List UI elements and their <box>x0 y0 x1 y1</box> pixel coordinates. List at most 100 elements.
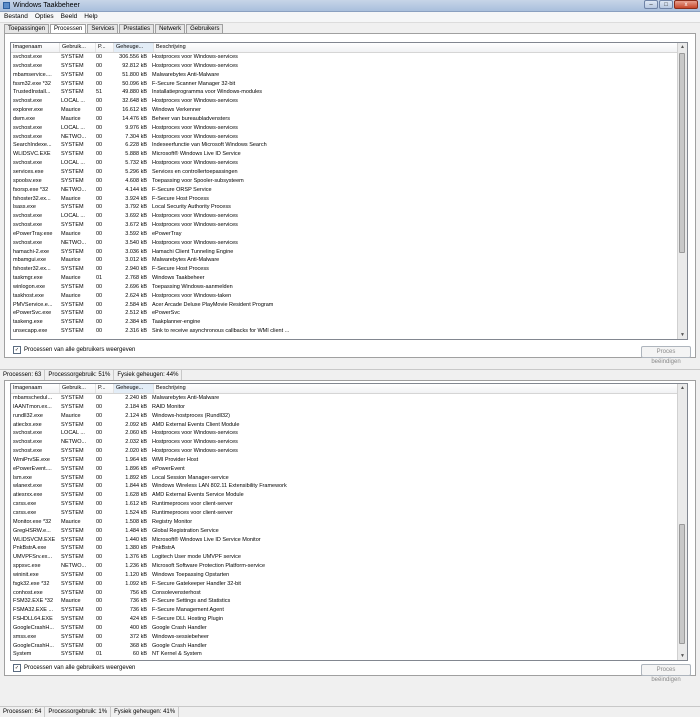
process-row[interactable]: Monitor.exe *32 Maurice 00 1.508 kB Registry… <box>11 518 687 527</box>
end-process-button[interactable]: Proces beëindigen <box>641 346 691 365</box>
process-row[interactable]: WLIDSVCM.EXE SYSTEM 00 1.440 kB Microsoft® W… <box>11 536 687 545</box>
process-row[interactable]: GoogleCrashH... SYSTEM 00 368 kB Google Cras… <box>11 642 687 651</box>
process-row[interactable]: mbamscheduI... SYSTEM 00 2.240 kB Malwarebyt… <box>11 394 687 403</box>
process-row[interactable]: taskhost.exe Maurice 00 2.624 kB Hostproces … <box>11 292 687 301</box>
minimize-button[interactable]: – <box>644 0 658 9</box>
row-description: PnkBstrA <box>152 545 175 552</box>
process-row[interactable]: svchost.exe SYSTEM 00 306.556 kB Hostproces … <box>11 53 687 62</box>
vertical-scrollbar[interactable]: ▲ ▼ <box>677 43 687 339</box>
process-row[interactable]: FSHDLL64.EXE SYSTEM 00 424 kB F-Secure DLL H… <box>11 615 687 624</box>
process-row[interactable]: sppsvc.exe NETWO... 00 1.236 kB Microsoft So… <box>11 562 687 571</box>
process-row[interactable]: svchost.exe NETWO... 00 2.032 kB Hostproces … <box>11 438 687 447</box>
process-row[interactable]: GregHSRW.e... SYSTEM 00 1.484 kB Global Regi… <box>11 527 687 536</box>
process-row[interactable]: taskeng.exe SYSTEM 00 2.384 kB Taakplanner-e… <box>11 318 687 327</box>
process-row[interactable]: WmiPrvSE.exe SYSTEM 00 1.964 kB WMI Provider… <box>11 456 687 465</box>
row-description: Sink to receive asynchronous callbacks f… <box>152 328 290 335</box>
process-row[interactable]: fshoster32.ex... Maurice 00 3.924 kB F-Secur… <box>11 195 687 204</box>
process-row[interactable]: csrss.exe SYSTEM 00 1.524 kB Runtimeproces v… <box>11 509 687 518</box>
process-row[interactable]: mbamgui.exe Maurice 00 3.012 kB Malwarebytes… <box>11 256 687 265</box>
process-row[interactable]: svchost.exe SYSTEM 00 3.672 kB Hostproces vo… <box>11 221 687 230</box>
maximize-button[interactable]: □ <box>659 0 673 9</box>
process-row[interactable]: Niet actieve s...SYSTEM9724 kBPercentage… <box>11 659 687 660</box>
process-row[interactable]: fsorsp.exe *32 NETWO... 00 4.144 kB F-Secure… <box>11 186 687 195</box>
scroll-thumb[interactable] <box>679 53 685 253</box>
col-description[interactable]: Beschrijving <box>154 43 687 52</box>
show-all-users-checkbox[interactable]: ✓ <box>13 664 21 672</box>
process-row[interactable]: svchost.exe NETWO... 00 3.540 kB Hostproces … <box>11 239 687 248</box>
process-row[interactable]: ePowerTray.exe Maurice 00 3.592 kB ePowerTra… <box>11 230 687 239</box>
menu-help[interactable]: Help <box>84 12 97 22</box>
process-row[interactable]: ePowerEvent.... SYSTEM 00 1.896 kB ePowerEve… <box>11 465 687 474</box>
process-row[interactable]: smss.exe SYSTEM 00 372 kB Windows-sessiebehe… <box>11 633 687 642</box>
col-memory[interactable]: Geheuge... <box>114 43 154 52</box>
process-row[interactable]: explorer.exe Maurice 00 16.612 kB Windows Ve… <box>11 106 687 115</box>
col-user[interactable]: Gebruik... <box>60 384 96 393</box>
process-row[interactable]: taskmgr.exe Maurice 01 2.768 kB Windows Taak… <box>11 274 687 283</box>
scroll-up-arrow-icon[interactable]: ▲ <box>678 384 687 392</box>
process-row[interactable]: svchost.exe SYSTEM 00 92.812 kB Hostproces v… <box>11 62 687 71</box>
end-process-button[interactable]: Proces beëindigen <box>641 664 691 683</box>
menu-file[interactable]: Bestand <box>4 12 28 22</box>
close-button[interactable]: x <box>674 0 698 9</box>
process-row[interactable]: services.exe SYSTEM 00 5.296 kB Services en … <box>11 168 687 177</box>
col-cpu[interactable]: P... <box>96 43 114 52</box>
process-row[interactable]: lsm.exe SYSTEM 00 1.892 kB Local Session Man… <box>11 474 687 483</box>
process-row[interactable]: TrustedInstall... SYSTEM 51 49.880 kB Instal… <box>11 88 687 97</box>
process-row[interactable]: spoolsv.exe SYSTEM 00 4.608 kB Toepassing vo… <box>11 177 687 186</box>
process-row[interactable]: UMVPFSrv.ex... SYSTEM 00 1.376 kB Logitech U… <box>11 553 687 562</box>
row-user: SYSTEM <box>61 616 84 623</box>
process-row[interactable]: lsass.exe SYSTEM 00 3.792 kB Local Security … <box>11 203 687 212</box>
row-image-name: ePowerEvent.... <box>13 465 52 472</box>
col-memory[interactable]: Geheuge... <box>114 384 154 393</box>
process-row[interactable]: wlanext.exe SYSTEM 00 1.844 kB Windows Wirel… <box>11 482 687 491</box>
process-row[interactable]: fssm32.exe *32 SYSTEM 00 50.096 kB F-Secure … <box>11 80 687 89</box>
process-row[interactable]: hamachi-2.exe SYSTEM 00 3.036 kB Hamachi Cli… <box>11 248 687 257</box>
process-row[interactable]: wininit.exe SYSTEM 00 1.120 kB Windows Toepa… <box>11 571 687 580</box>
col-cpu[interactable]: P... <box>96 384 114 393</box>
process-row[interactable]: fsgk32.exe *32 SYSTEM 00 1.092 kB F-Secure G… <box>11 580 687 589</box>
process-list[interactable]: Imagenaam Gebruik... P... Geheuge... Bes… <box>10 42 688 340</box>
col-image-name[interactable]: Imagenaam <box>11 43 60 52</box>
process-row[interactable]: atieclxx.exe SYSTEM 00 2.092 kB AMD External… <box>11 421 687 430</box>
process-row[interactable]: FSM32.EXE *32 Maurice 00 736 kB F-Secure Set… <box>11 597 687 606</box>
show-all-users-checkbox[interactable]: ✓ <box>13 346 21 354</box>
process-row[interactable]: atiesrxx.exe SYSTEM 00 1.628 kB AMD External… <box>11 491 687 500</box>
row-description: Runtimeproces voor client-server <box>152 509 233 516</box>
process-row[interactable]: dwm.exe Maurice 00 14.476 kB Beheer van bure… <box>11 115 687 124</box>
process-row[interactable]: winlogon.exe SYSTEM 00 2.696 kB Toepassing W… <box>11 283 687 292</box>
col-image-name[interactable]: Imagenaam <box>11 384 60 393</box>
process-row[interactable]: WLIDSVC.EXE SYSTEM 00 5.888 kB Microsoft® Wi… <box>11 150 687 159</box>
process-row[interactable]: svchost.exe SYSTEM 00 2.020 kB Hostproces vo… <box>11 447 687 456</box>
process-row[interactable]: ePowerSvc.exe SYSTEM 00 2.512 kB ePowerSvc <box>11 309 687 318</box>
menu-options[interactable]: Opties <box>35 12 54 22</box>
process-row[interactable]: SearchIndexe... SYSTEM 00 6.228 kB Indexeerf… <box>11 141 687 150</box>
process-row[interactable]: PMVService.e... SYSTEM 00 2.584 kB Acer Arca… <box>11 301 687 310</box>
process-row[interactable]: svchost.exe NETWO... 00 7.304 kB Hostproces … <box>11 133 687 142</box>
process-row[interactable]: IAANTmon.ex... SYSTEM 00 2.184 kB RAID Monit… <box>11 403 687 412</box>
process-row[interactable]: rundll32.exe Maurice 00 2.124 kB Windows-hos… <box>11 412 687 421</box>
process-row[interactable]: conhost.exe SYSTEM 00 756 kB Consolevensterh… <box>11 589 687 598</box>
process-row[interactable]: csrss.exe SYSTEM 00 1.612 kB Runtimeproces v… <box>11 500 687 509</box>
process-row[interactable]: svchost.exe LOCAL ... 00 3.692 kB Hostproces… <box>11 212 687 221</box>
scroll-down-arrow-icon[interactable]: ▼ <box>678 652 687 660</box>
process-row[interactable]: System SYSTEM 01 60 kB NT Kernel & System <box>11 650 687 659</box>
process-row[interactable]: mbamservice.... SYSTEM 00 51.800 kB Malwareb… <box>11 71 687 80</box>
process-row[interactable]: unsecapp.exe SYSTEM 00 2.316 kB Sink to rece… <box>11 327 687 336</box>
process-row[interactable]: svchost.exe LOCAL ... 00 32.648 kB Hostproce… <box>11 97 687 106</box>
process-row[interactable]: svchost.exe LOCAL ... 00 9.976 kB Hostproces… <box>11 124 687 133</box>
process-row[interactable]: svchost.exe LOCAL ... 00 2.060 kB Hostproces… <box>11 429 687 438</box>
col-user[interactable]: Gebruik... <box>60 43 96 52</box>
scroll-thumb[interactable] <box>679 524 685 644</box>
title-bar[interactable]: Windows Taakbeheer – □ x <box>0 0 700 12</box>
process-row[interactable]: FSMA32.EXE ... SYSTEM 00 736 kB F-Secure Man… <box>11 606 687 615</box>
process-list[interactable]: Imagenaam Gebruik... P... Geheuge... Bes… <box>10 383 688 661</box>
scroll-down-arrow-icon[interactable]: ▼ <box>678 331 687 339</box>
process-row[interactable]: svchost.exe LOCAL ... 00 5.732 kB Hostproces… <box>11 159 687 168</box>
process-row[interactable]: GoogleCrashH... SYSTEM 00 400 kB Google Cras… <box>11 624 687 633</box>
scroll-up-arrow-icon[interactable]: ▲ <box>678 43 687 51</box>
process-row[interactable]: PnkBstrA.exe SYSTEM 00 1.380 kB PnkBstrA <box>11 544 687 553</box>
vertical-scrollbar[interactable]: ▲ ▼ <box>677 384 687 660</box>
process-row[interactable]: fshoster32.ex... SYSTEM 00 2.940 kB F-Secure… <box>11 265 687 274</box>
menu-view[interactable]: Beeld <box>61 12 78 22</box>
col-description[interactable]: Beschrijving <box>154 384 687 393</box>
